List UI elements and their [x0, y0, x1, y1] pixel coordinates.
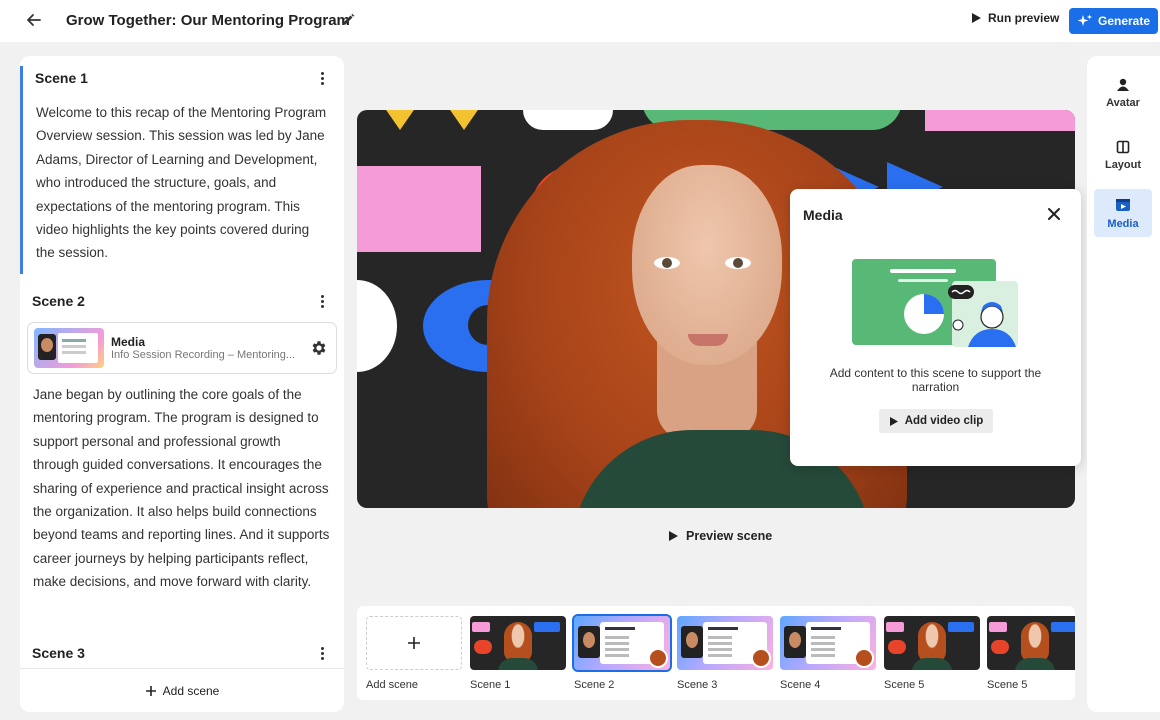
media-illustration: [852, 259, 1018, 347]
generate-button[interactable]: Generate: [1069, 8, 1158, 34]
play-icon: [889, 416, 898, 426]
rail-item-media[interactable]: Media: [1094, 189, 1152, 237]
rail-item-label: Avatar: [1106, 96, 1140, 109]
top-bar: Grow Together: Our Mentoring Program Run…: [0, 0, 1160, 42]
scene-3-block[interactable]: Scene 3: [20, 641, 344, 665]
plus-icon: [408, 637, 420, 649]
scene-3-header: Scene 3: [20, 641, 344, 665]
preview-scene-button[interactable]: Preview scene: [668, 529, 772, 543]
media-thumbnail: [34, 328, 104, 368]
scene-thumbnail[interactable]: [987, 616, 1075, 670]
scene-thumbnail[interactable]: [780, 616, 876, 670]
rail-item-label: Media: [1107, 217, 1139, 230]
popover-title: Media: [803, 207, 843, 223]
back-arrow-icon[interactable]: [24, 10, 44, 30]
close-icon[interactable]: [1047, 207, 1061, 221]
scene-thumbnail-label: Scene 2: [574, 679, 615, 691]
sparkle-icon: [1077, 14, 1092, 26]
run-preview-button[interactable]: Run preview: [970, 11, 1059, 25]
scene-thumbnail-label: Scene 4: [780, 679, 821, 691]
layout-icon: [1116, 140, 1130, 153]
avatar-eye: [654, 257, 680, 269]
play-icon: [972, 13, 981, 23]
media-file-name: Info Session Recording – Mentoring...: [111, 349, 296, 361]
scene-1-more-icon[interactable]: [314, 70, 330, 86]
gear-icon[interactable]: [310, 339, 328, 357]
media-popover: Media Add content to this scene to suppo…: [790, 189, 1081, 466]
scene-thumbnail-label: Scene 1: [470, 679, 511, 691]
project-title: Grow Together: Our Mentoring Program: [66, 12, 350, 29]
pink-shape: [925, 110, 1075, 131]
scene-2-media-card[interactable]: Media Info Session Recording – Mentoring…: [27, 322, 337, 374]
add-scene-button[interactable]: Add scene: [20, 668, 344, 712]
scene-1-header: Scene 1: [23, 66, 344, 90]
scene-thumbnail[interactable]: [677, 616, 773, 670]
avatar-eye: [725, 257, 751, 269]
popover-description: Add content to this scene to support the…: [829, 366, 1042, 394]
play-icon: [669, 531, 678, 541]
scene-thumbnail[interactable]: [572, 614, 672, 672]
person-icon: [1117, 78, 1129, 91]
scene-3-more-icon[interactable]: [314, 645, 330, 661]
pencil-icon[interactable]: [340, 12, 356, 28]
preview-scene-label: Preview scene: [686, 529, 773, 543]
yellow-shape: [375, 110, 425, 130]
script-panel: Scene 1 Welcome to this recap of the Men…: [20, 56, 344, 712]
white-circle: [357, 280, 397, 372]
scene-thumbnail-label: Scene 3: [677, 679, 718, 691]
scene-1-title: Scene 1: [35, 70, 88, 86]
media-info: Media Info Session Recording – Mentoring…: [111, 335, 310, 361]
scene-2-header: Scene 2: [20, 289, 344, 313]
rail-item-label: Layout: [1104, 158, 1142, 171]
add-scene-label: Add scene: [162, 683, 220, 698]
pink-rect: [357, 166, 481, 252]
rail-item-avatar[interactable]: Avatar: [1094, 69, 1152, 117]
add-video-clip-button[interactable]: Add video clip: [879, 409, 993, 433]
add-video-clip-label: Add video clip: [904, 415, 984, 427]
add-scene-tile[interactable]: [366, 616, 462, 670]
yellow-shape: [439, 110, 489, 130]
scene-1-block[interactable]: Scene 1 Welcome to this recap of the Men…: [20, 66, 344, 274]
run-preview-label: Run preview: [988, 11, 1060, 25]
rail-item-layout[interactable]: Layout: [1094, 131, 1152, 179]
media-label: Media: [111, 335, 146, 349]
scene-2-script-text[interactable]: Jane began by outlining the core goals o…: [20, 383, 344, 594]
scene-1-script-text[interactable]: Welcome to this recap of the Mentoring P…: [23, 101, 344, 265]
white-shape: [523, 110, 613, 130]
scene-thumbnail-label: Scene 5: [884, 679, 925, 691]
media-icon: [1116, 198, 1130, 211]
plus-icon: [145, 685, 156, 696]
right-tool-rail: Avatar Layout Media: [1087, 56, 1160, 712]
avatar-lips: [688, 334, 728, 346]
scene-3-title: Scene 3: [32, 645, 85, 661]
scene-2-more-icon[interactable]: [314, 293, 330, 309]
add-scene-tile-label: Add scene: [366, 679, 418, 691]
scene-2-title: Scene 2: [32, 293, 85, 309]
generate-label: Generate: [1097, 14, 1151, 28]
scene-thumbnail-label: Scene 5: [987, 679, 1028, 691]
scene-thumbnail[interactable]: [884, 616, 980, 670]
scene-2-block[interactable]: Scene 2 Media Info Session Recording – M…: [20, 289, 344, 594]
scene-thumbnail[interactable]: [470, 616, 566, 670]
scene-strip: Add scene Scene 1 Scene 2 Scene 3 Scene …: [357, 606, 1075, 700]
